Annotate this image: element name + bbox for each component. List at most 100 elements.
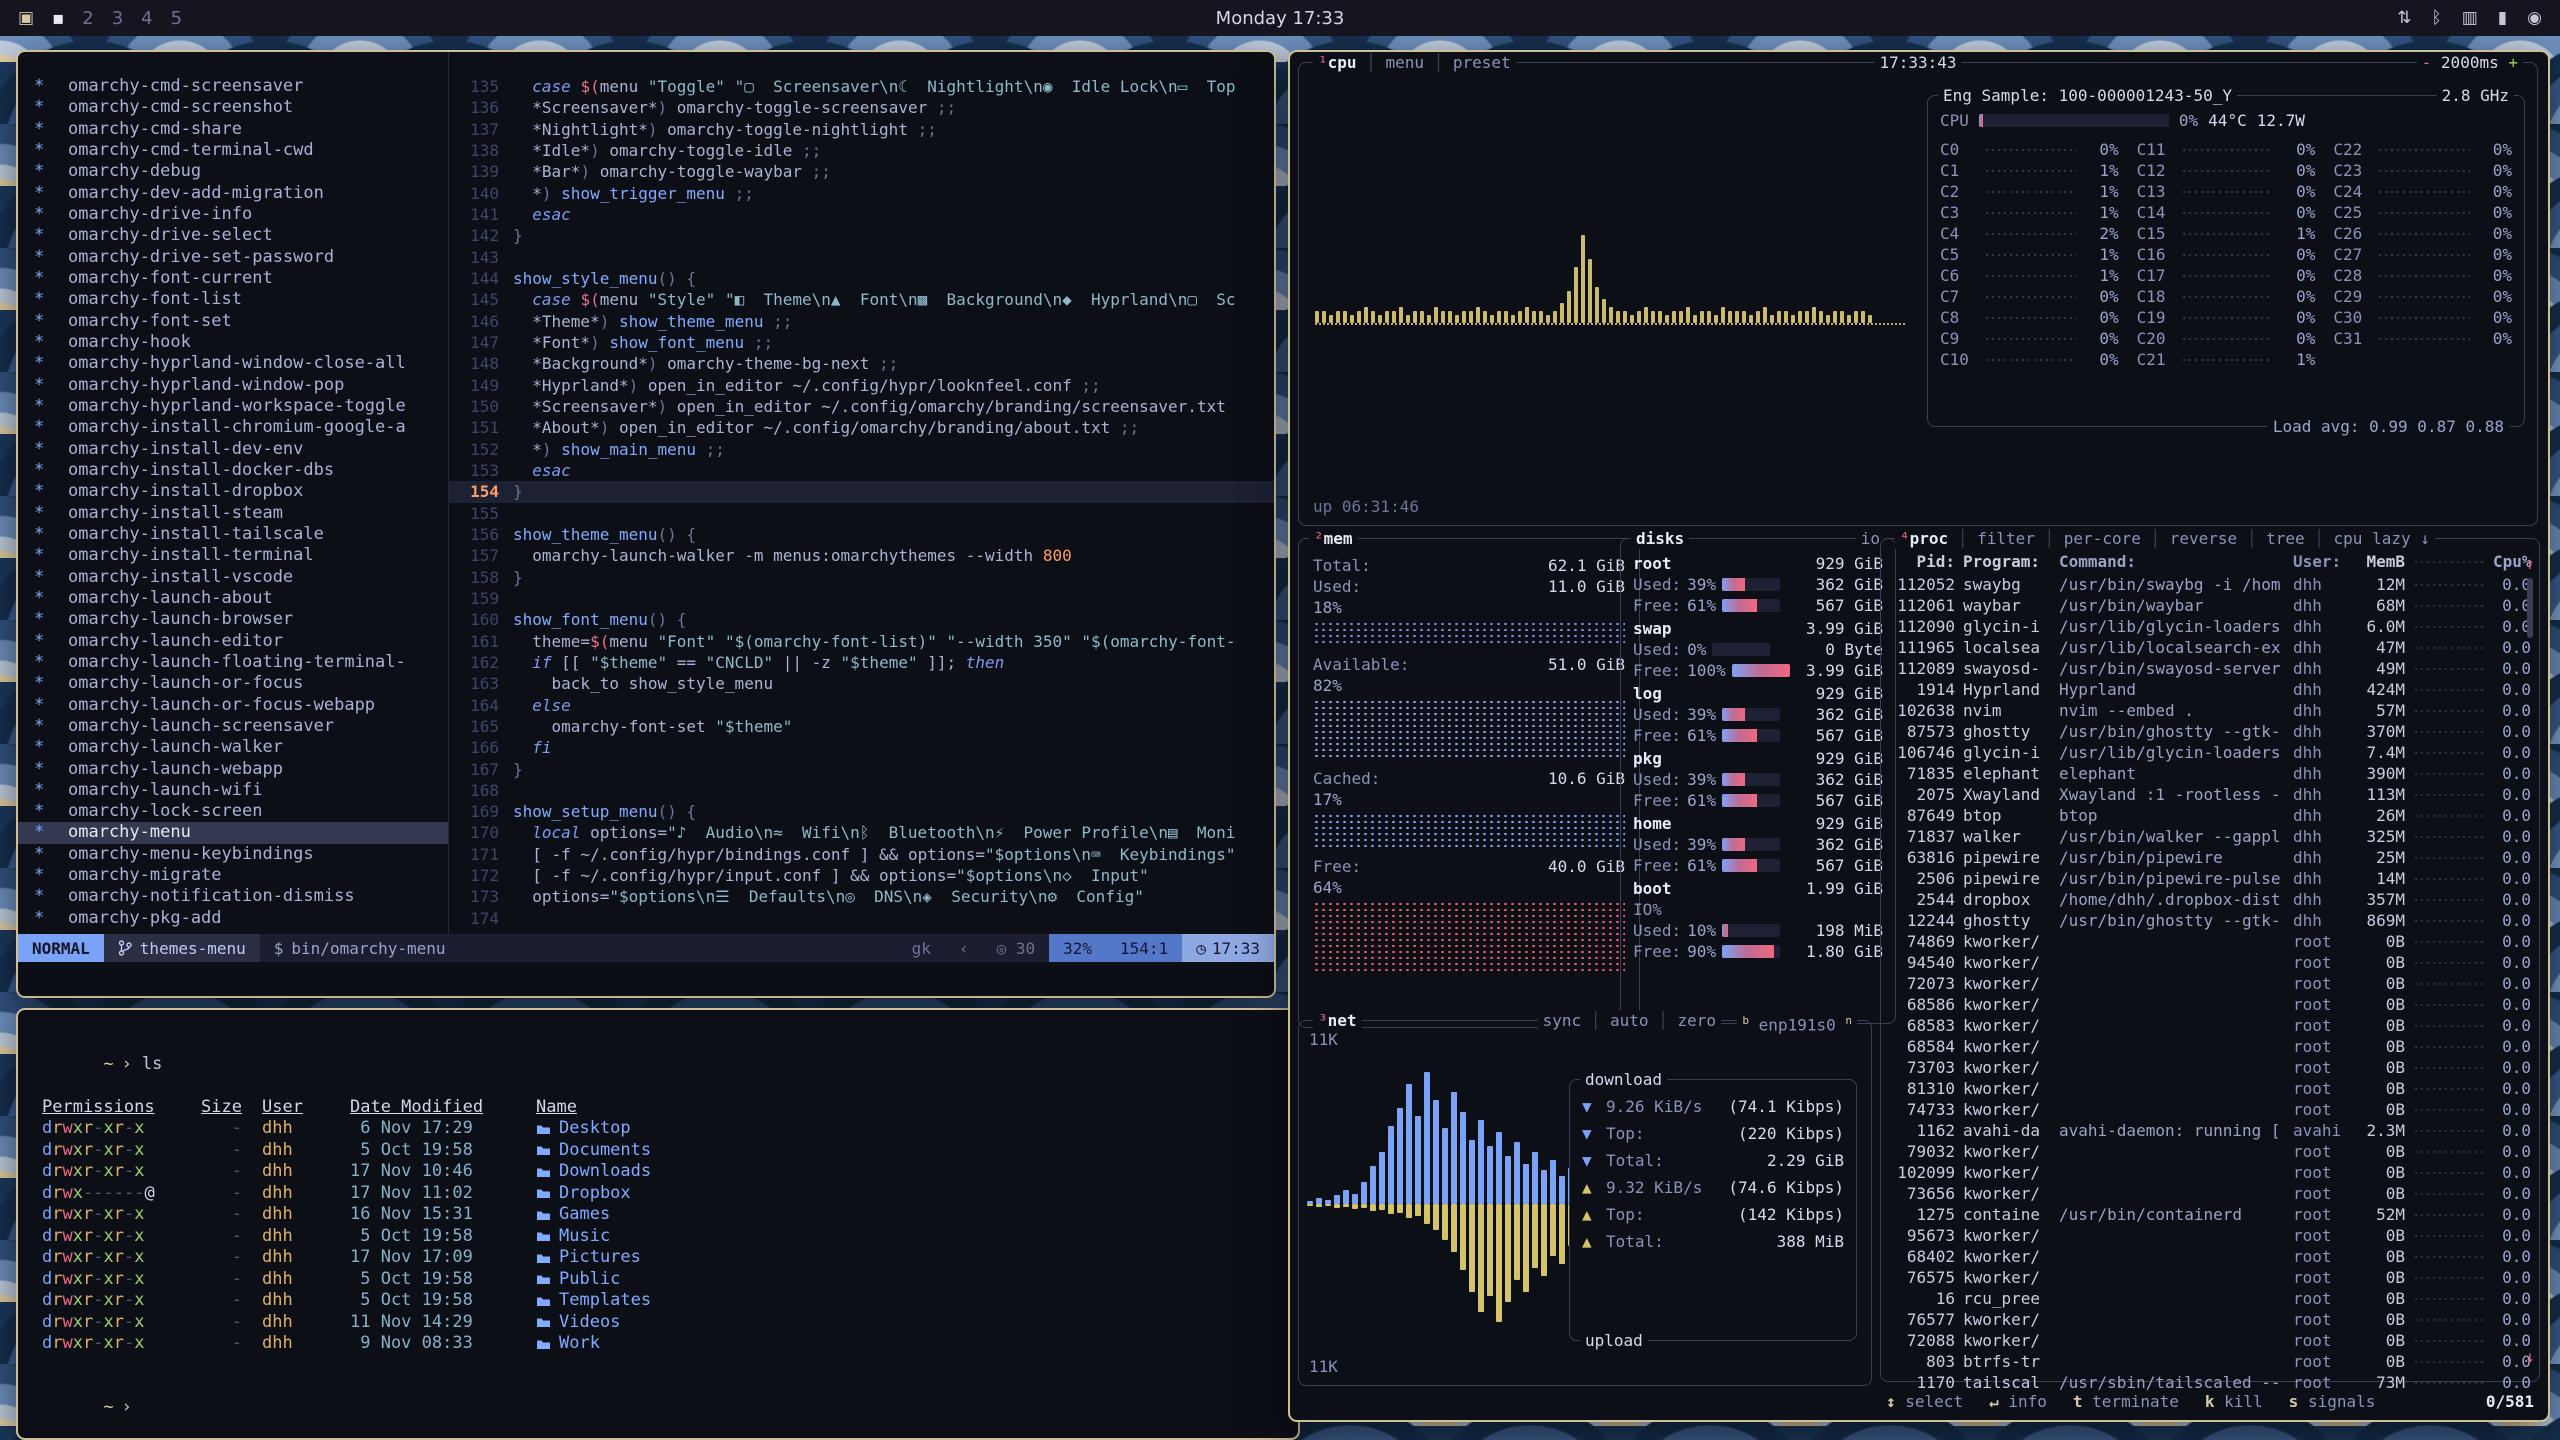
process-scrollbar[interactable]: ↑↓ [2524,553,2536,1367]
process-row[interactable]: 12244ghostty/usr/bin/ghostty --gtk-dhh86… [1893,910,2531,931]
file-list-item[interactable]: *omarchy-install-dev-env [18,439,448,460]
file-list-item[interactable]: *omarchy-cmd-share [18,119,448,140]
process-row[interactable]: 73703kworker/root0B0.0 [1893,1057,2531,1078]
bluetooth-icon[interactable]: ᛒ [2432,8,2442,28]
code-line[interactable]: 167} [449,759,1274,780]
process-row[interactable]: 68583kworker/root0B0.0 [1893,1015,2531,1036]
power-icon[interactable]: ◉ [2527,8,2542,28]
code-line[interactable]: 174 [449,908,1274,929]
file-list-item[interactable]: *omarchy-hook [18,332,448,353]
code-line[interactable]: 164 else [449,695,1274,716]
process-row[interactable]: 102638nvimnvim --embed .dhh57M0.0 [1893,700,2531,721]
process-row[interactable]: 68586kworker/root0B0.0 [1893,994,2531,1015]
code-line[interactable]: 136 *Screensaver*) omarchy-toggle-screen… [449,97,1274,118]
net-tab-zero[interactable]: zero [1677,1011,1716,1030]
git-branch[interactable]: themes-menu [104,934,260,962]
file-list-item[interactable]: *omarchy-menu-keybindings [18,844,448,865]
code-line[interactable]: 141 esac [449,204,1274,225]
process-row[interactable]: 2075XwaylandXwayland :1 -rootless -dhh11… [1893,784,2531,805]
code-line[interactable]: 155 [449,503,1274,524]
net-tab-sync[interactable]: sync [1543,1011,1582,1030]
file-list-item[interactable]: *omarchy-launch-floating-terminal- [18,652,448,673]
file-list-item[interactable]: *omarchy-install-vscode [18,567,448,588]
process-row[interactable]: 112090glycin-i/usr/lib/glycin-loadersdhh… [1893,616,2531,637]
process-row[interactable]: 76577kworker/root0B0.0 [1893,1309,2531,1330]
process-row[interactable]: 94540kworker/root0B0.0 [1893,952,2531,973]
proc-column-program[interactable]: Program: [1963,551,2051,572]
workspace-3[interactable]: 3 [112,8,123,29]
file-list-item[interactable]: *omarchy-launch-webapp [18,759,448,780]
process-row[interactable]: 112089swayosd-/usr/bin/swayosd-serverdhh… [1893,658,2531,679]
network-box-title[interactable]: ³net [1313,1010,1362,1031]
process-row[interactable]: 81310kworker/root0B0.0 [1893,1078,2531,1099]
code-line[interactable]: 146 *Theme*) show_theme_menu ;; [449,311,1274,332]
process-row[interactable]: 87649btopbtopdhh26M0.0 [1893,805,2531,826]
code-line[interactable]: 159 [449,588,1274,609]
process-row[interactable]: 106746glycin-i/usr/lib/glycin-loadersdhh… [1893,742,2531,763]
scroll-up-icon[interactable]: ↑ [2525,553,2535,574]
file-list-item[interactable]: *omarchy-launch-about [18,588,448,609]
battery-icon[interactable]: ▮ [2498,8,2507,28]
code-line[interactable]: 162 if [[ "$theme" == "CNCLD" || -z "$th… [449,652,1274,673]
workspace-5[interactable]: 5 [171,8,182,29]
code-line[interactable]: 135 case $(menu "Toggle" "▢ Screensaver\… [449,76,1274,97]
code-line[interactable]: 152 *) show_main_menu ;; [449,439,1274,460]
code-line[interactable]: 138 *Idle*) omarchy-toggle-idle ;; [449,140,1274,161]
command-line[interactable] [18,962,1274,996]
file-list-item[interactable]: *omarchy-install-dropbox [18,481,448,502]
process-row[interactable]: 79032kworker/root0B0.0 [1893,1141,2531,1162]
process-row[interactable]: 111965localsea/usr/lib/localsearch-exdhh… [1893,637,2531,658]
code-line[interactable]: 142} [449,225,1274,246]
clock[interactable]: Monday 17:33 [1216,8,1345,29]
code-line[interactable]: 156show_theme_menu() { [449,524,1274,545]
file-list-item[interactable]: *omarchy-cmd-screenshot [18,97,448,118]
process-row[interactable]: 68402kworker/root0B0.0 [1893,1246,2531,1267]
code-line[interactable]: 173 options="$options\n☰ Defaults\n◎ DNS… [449,886,1274,907]
code-line[interactable]: 165 omarchy-font-set "$theme" [449,716,1274,737]
update-interval[interactable]: - 2000ms + [2417,52,2523,73]
code-line[interactable]: 143 [449,247,1274,268]
cpu-box-tabs[interactable]: ¹cpu │ menu │ preset [1313,52,1516,73]
file-list-item[interactable]: *omarchy-launch-or-focus [18,673,448,694]
proc-kill-button[interactable]: k kill [2205,1391,2263,1412]
file-list-item[interactable]: *omarchy-font-set [18,311,448,332]
process-box-tabs[interactable]: ⁴proc │ filter │ per-core │ reverse │ tr… [1895,528,2435,549]
code-line[interactable]: 147 *Font*) show_font_menu ;; [449,332,1274,353]
file-list-item[interactable]: *omarchy-install-terminal [18,545,448,566]
code-line[interactable]: 149 *Hyprland*) open_in_editor ~/.config… [449,375,1274,396]
proc-option-filter[interactable]: filter [1977,529,2035,548]
file-list-item[interactable]: *omarchy-install-tailscale [18,524,448,545]
file-list-item[interactable]: *omarchy-drive-info [18,204,448,225]
code-line[interactable]: 137 *Nightlight*) omarchy-toggle-nightli… [449,119,1274,140]
proc-info-button[interactable]: ↵ info [1989,1391,2047,1412]
proc-column-pid[interactable]: Pid: [1893,551,1955,572]
process-row[interactable]: 16rcu_preeroot0B0.0 [1893,1288,2531,1309]
file-list-item[interactable]: *omarchy-drive-select [18,225,448,246]
proc-signals-button[interactable]: s signals [2289,1391,2376,1412]
code-line[interactable]: 161 theme=$(menu "Font" "$(omarchy-font-… [449,631,1274,652]
file-list-item[interactable]: *omarchy-migrate [18,865,448,886]
process-row[interactable]: 71837walker/usr/bin/walker --gappldhh325… [1893,826,2531,847]
file-list-item[interactable]: *omarchy-debug [18,161,448,182]
file-list-item[interactable]: *omarchy-launch-wifi [18,780,448,801]
proc-column-memb[interactable]: MemB [2359,551,2405,572]
code-line[interactable]: 163 back_to show_style_menu [449,673,1274,694]
file-list-item[interactable]: *omarchy-cmd-screensaver [18,76,448,97]
code-line[interactable]: 144show_style_menu() { [449,268,1274,289]
file-list-item[interactable]: *omarchy-launch-browser [18,609,448,630]
process-row[interactable]: 102099kworker/root0B0.0 [1893,1162,2531,1183]
process-row[interactable]: 72073kworker/root0B0.0 [1893,973,2531,994]
proc-select-button[interactable]: ↕ select [1886,1391,1963,1412]
cpu-tab-menu[interactable]: menu [1385,53,1424,72]
file-list-item[interactable]: *omarchy-hyprland-window-pop [18,375,448,396]
process-columns[interactable]: Pid:Program:Command:User:MemBCpu% [1893,551,2531,572]
code-line[interactable]: 169show_setup_menu() { [449,801,1274,822]
file-list-item[interactable]: *omarchy-launch-editor [18,631,448,652]
proc-option-reverse[interactable]: reverse [2170,529,2237,548]
process-row[interactable]: 1914HyprlandHyprlanddhh424M0.0 [1893,679,2531,700]
proc-column-user[interactable]: User: [2293,551,2351,572]
file-list-item[interactable]: *omarchy-hyprland-workspace-toggle [18,396,448,417]
code-line[interactable]: 160show_font_menu() { [449,609,1274,630]
process-row[interactable]: 112052swaybg/usr/bin/swaybg -i /homdhh12… [1893,574,2531,595]
proc-option-per-core[interactable]: per-core [2064,529,2141,548]
